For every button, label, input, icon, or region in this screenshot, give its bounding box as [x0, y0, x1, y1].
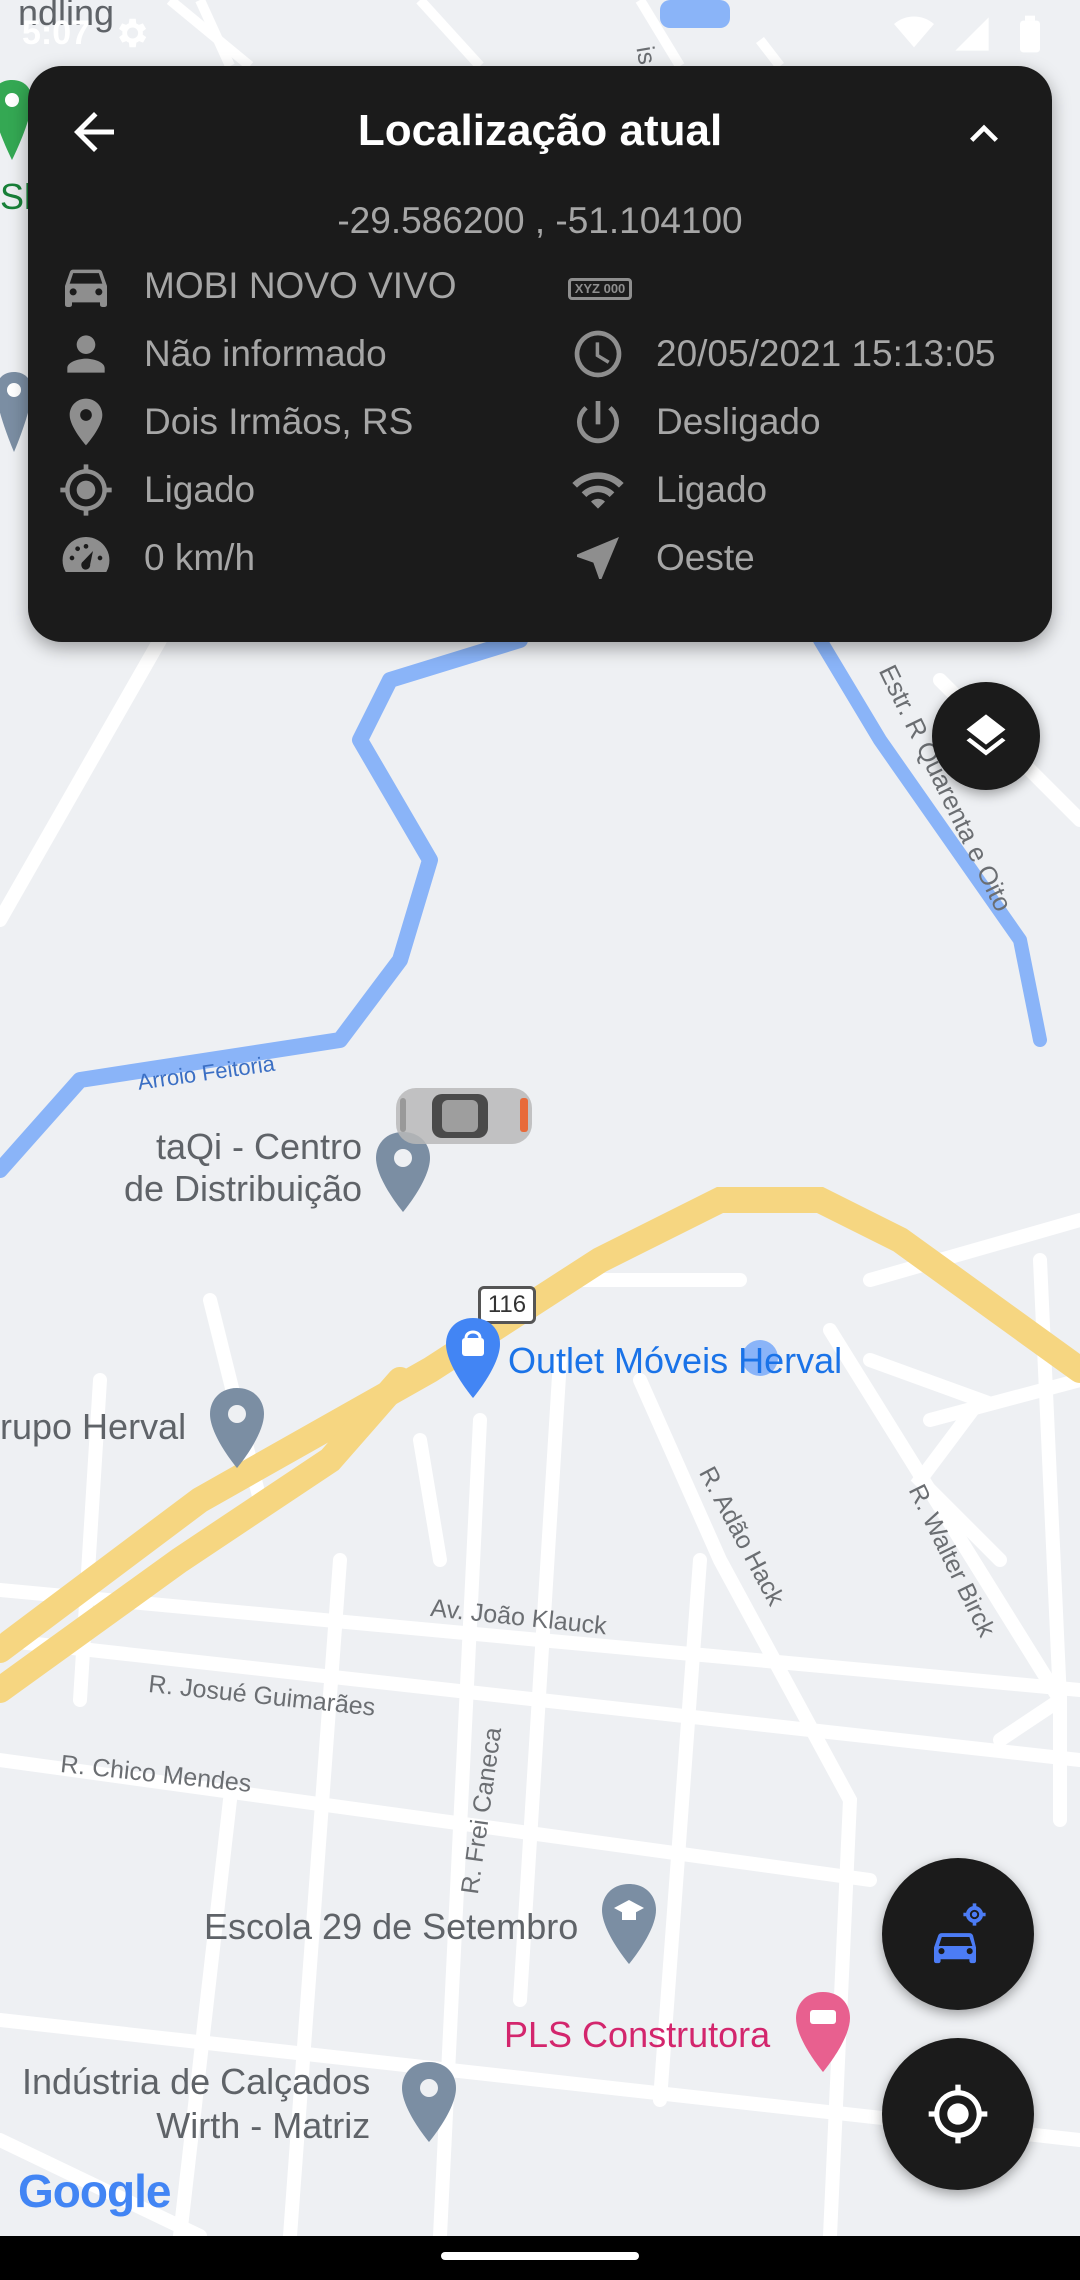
info-row-driver: Não informado	[56, 324, 387, 384]
status-bar: 5:07	[0, 0, 1080, 66]
location-info-card: Localização atual -29.586200 , -51.10410…	[28, 66, 1052, 642]
info-row-signal: Ligado	[568, 460, 767, 520]
info-row-speed: 0 km/h	[56, 528, 255, 588]
info-row-vehicle: MOBI NOVO VIVO	[56, 256, 457, 316]
speed-text: 0 km/h	[144, 537, 256, 578]
map-layers-button[interactable]	[932, 682, 1040, 790]
clock-icon	[568, 324, 628, 384]
direction-text: Oeste	[656, 537, 755, 578]
crosshair-icon	[928, 2084, 988, 2144]
location-pin-icon	[56, 392, 116, 452]
card-title: Localização atual	[357, 106, 723, 155]
info-row-gps: Ligado	[56, 460, 255, 520]
place-label-taqi-line1: taQi - Centro	[156, 1126, 363, 1167]
status-time: 5:07	[22, 14, 91, 52]
battery-status-icon	[1020, 15, 1040, 53]
home-gesture-handle[interactable]	[441, 2252, 639, 2260]
place-label-taqi-line2: de Distribuição	[123, 1168, 363, 1209]
car-locate-icon	[934, 1903, 986, 1964]
person-icon	[56, 324, 116, 384]
pls-pin-icon[interactable]	[796, 1992, 850, 2077]
status-icons	[894, 14, 1050, 54]
grupo-pin-icon[interactable]	[210, 1388, 264, 1473]
place-label-industria: Indústria de Calçados Wirth - Matriz	[22, 2060, 370, 2148]
datetime-text: 20/05/2021 15:13:05	[656, 333, 996, 374]
my-location-button[interactable]	[882, 2038, 1034, 2190]
google-logo-text: Google	[18, 2165, 171, 2217]
collapse-button[interactable]	[956, 106, 1012, 162]
navigation-arrow-icon	[568, 528, 628, 588]
place-label-pls: PLS Construtora	[504, 2014, 771, 2055]
signal-status-icon	[955, 17, 989, 51]
google-logo: Google	[18, 2164, 171, 2218]
system-nav-bar	[0, 2236, 1080, 2280]
ignition-status: Desligado	[656, 401, 821, 442]
license-plate-badge: XYZ 000	[568, 278, 632, 300]
power-icon	[568, 392, 628, 452]
city-text: Dois Irmãos, RS	[144, 401, 414, 442]
info-row-datetime: 20/05/2021 15:13:05	[568, 324, 996, 384]
vehicle-car-marker[interactable]	[392, 1082, 540, 1150]
place-label-taqi: taQi - Centro de Distribuição	[112, 1126, 362, 1210]
info-row-city: Dois Irmãos, RS	[56, 392, 413, 452]
outlet-pin-icon[interactable]	[446, 1318, 500, 1403]
school-pin-icon[interactable]	[602, 1884, 656, 1969]
vehicle-name: MOBI NOVO VIVO	[144, 265, 457, 306]
driver-name: Não informado	[144, 333, 387, 374]
wifi-status-icon	[894, 16, 934, 48]
gps-target-icon	[56, 460, 116, 520]
chevron-up-icon	[970, 124, 998, 142]
wifi-icon	[568, 460, 628, 520]
speedometer-icon	[56, 528, 116, 588]
info-row-ignition: Desligado	[568, 392, 821, 452]
signal-status: Ligado	[656, 469, 768, 510]
place-label-industria-line1: Indústria de Calçados	[22, 2061, 371, 2102]
industria-pin-icon[interactable]	[402, 2062, 456, 2147]
layers-icon	[966, 714, 1006, 756]
place-label-escola: Escola 29 de Setembro	[204, 1906, 579, 1947]
place-label-outlet: Outlet Móveis Herval	[508, 1340, 843, 1381]
place-label-industria-line2: Wirth - Matriz	[156, 2105, 371, 2146]
gps-status: Ligado	[144, 469, 256, 510]
car-icon	[56, 256, 116, 316]
info-row-direction: Oeste	[568, 528, 755, 588]
center-vehicle-button[interactable]	[882, 1858, 1034, 2010]
place-label-grupo: rupo Herval	[0, 1406, 187, 1447]
coordinates-text: -29.586200 , -51.104100	[337, 200, 743, 241]
settings-status-icon	[112, 14, 150, 61]
card-header: Localização atual	[28, 66, 1052, 196]
